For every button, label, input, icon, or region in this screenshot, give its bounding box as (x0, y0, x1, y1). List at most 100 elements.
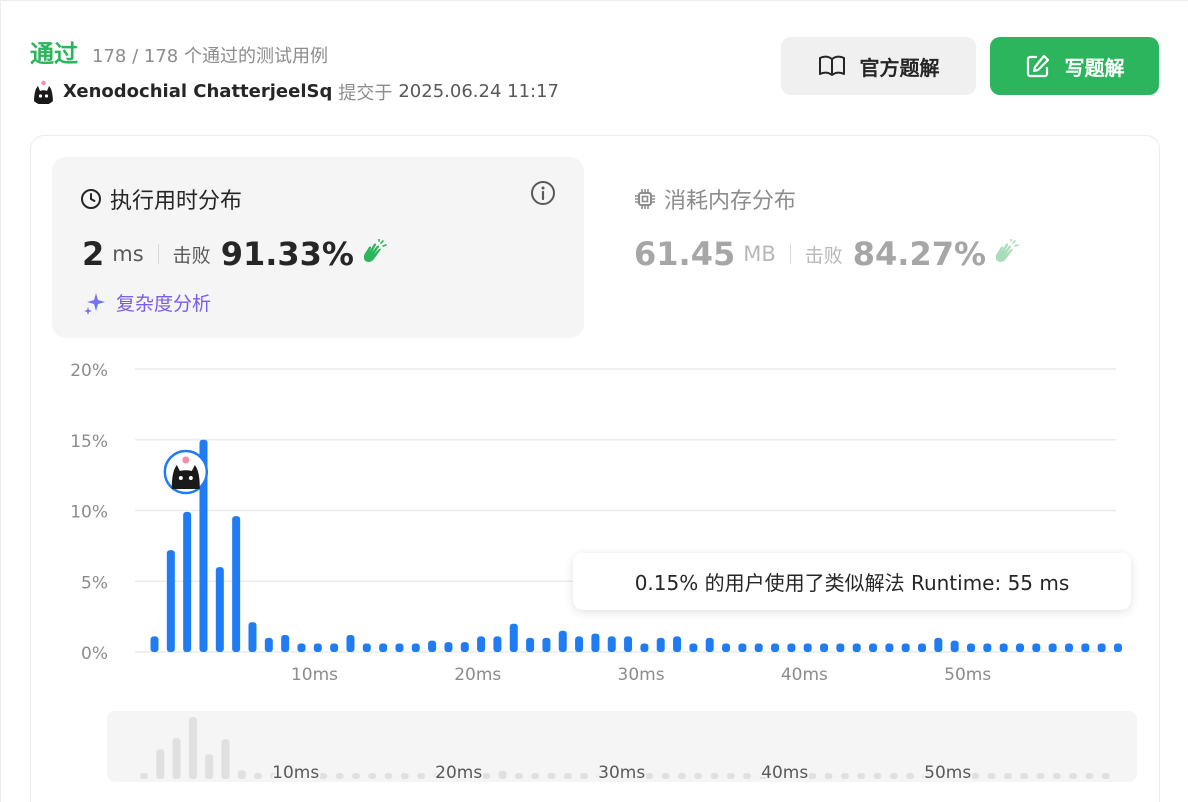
chart-bar[interactable] (1097, 643, 1106, 652)
mini-bar (514, 773, 523, 779)
chart-bar[interactable] (330, 643, 339, 652)
y-tick-label: 10% (70, 503, 108, 523)
mini-bar (1101, 773, 1110, 779)
mini-bar (694, 773, 703, 779)
chart-bar[interactable] (183, 511, 192, 652)
chart-bar[interactable] (983, 643, 992, 652)
chart-bar[interactable] (477, 636, 486, 652)
chart-bar[interactable] (411, 643, 420, 652)
mini-bar (254, 773, 263, 779)
chart-bar[interactable] (852, 643, 861, 652)
chart-bar[interactable] (771, 643, 780, 652)
chart-bar[interactable] (558, 630, 567, 652)
chart-bar[interactable] (640, 643, 649, 652)
mini-bar (368, 773, 377, 779)
chart-bar[interactable] (526, 637, 535, 652)
mini-bar (547, 772, 556, 779)
cat-bow (182, 456, 190, 464)
chart-bar[interactable] (379, 643, 388, 652)
chart-bar[interactable] (722, 643, 731, 652)
chart-bar[interactable] (934, 637, 943, 652)
chart-bar[interactable] (166, 550, 175, 652)
mini-bar (1085, 773, 1094, 779)
chart-bar[interactable] (232, 516, 241, 652)
chart-bar[interactable] (738, 643, 747, 652)
mini-bar (971, 773, 980, 779)
chart-bar[interactable] (1081, 643, 1090, 652)
mini-bar (498, 770, 507, 779)
x-tick-label: 40ms (781, 665, 828, 685)
chart-bar[interactable] (248, 622, 257, 652)
mini-bar (188, 717, 197, 779)
chart-bar[interactable] (297, 643, 306, 652)
chart-bar[interactable] (689, 643, 698, 652)
chart-bar[interactable] (607, 636, 616, 652)
mini-x-tick-label: 50ms (924, 763, 971, 783)
chart-bar[interactable] (1015, 643, 1024, 652)
chart-bar[interactable] (1064, 643, 1073, 652)
chart-bar[interactable] (428, 640, 437, 652)
chart-bar[interactable] (215, 567, 224, 652)
chart-bar[interactable] (901, 643, 910, 652)
chart-bar[interactable] (885, 643, 894, 652)
mini-bar (319, 773, 328, 779)
user-marker (163, 449, 209, 495)
chart-bar[interactable] (967, 643, 975, 652)
chart-bar[interactable] (460, 642, 469, 652)
chart-bar[interactable] (395, 643, 404, 652)
chart-bar[interactable] (1032, 643, 1041, 652)
mini-bar (156, 749, 165, 779)
y-tick-label: 5% (81, 573, 108, 593)
y-axis-ticks: 0% 5% 10% 15% 20% (70, 361, 108, 664)
cat-eye (188, 476, 193, 480)
mini-bar (661, 773, 670, 779)
chart-bar[interactable] (444, 642, 453, 652)
chart-bar[interactable] (542, 637, 551, 652)
mini-bar (400, 773, 409, 779)
mini-bar (726, 773, 735, 779)
chart-bar[interactable] (950, 640, 959, 652)
x-tick-label: 10ms (291, 665, 338, 685)
chart-bar[interactable] (281, 635, 290, 652)
chart-bars[interactable] (150, 439, 1122, 652)
mini-x-tick-label: 10ms (272, 763, 319, 783)
chart-bar[interactable] (346, 635, 355, 652)
chart-bar[interactable] (1048, 643, 1057, 652)
chart-tooltip: 0.15% 的用户使用了类似解法 Runtime: 55 ms (573, 553, 1131, 610)
mini-bar (743, 773, 752, 779)
chart-bar[interactable] (509, 623, 518, 652)
chart-bar[interactable] (836, 643, 845, 652)
runtime-distribution-chart[interactable]: 0% 5% 10% 15% 20% 10ms 20ms 30ms 40ms 50ms 10ms 2… (0, 0, 1188, 802)
chart-bar[interactable] (787, 643, 796, 652)
mini-bar (140, 773, 148, 779)
chart-bar[interactable] (313, 643, 322, 652)
y-tick-label: 15% (70, 432, 108, 452)
chart-bar[interactable] (264, 637, 273, 652)
chart-bar[interactable] (591, 633, 600, 652)
chart-bar[interactable] (673, 636, 682, 652)
chart-bar[interactable] (362, 643, 371, 652)
mini-bar (384, 773, 393, 779)
chart-bar[interactable] (869, 643, 878, 652)
mini-bar (840, 773, 849, 779)
mini-bar (205, 754, 214, 779)
mini-bar (1069, 773, 1078, 779)
chart-bar[interactable] (918, 643, 927, 652)
mini-bar (221, 739, 230, 779)
chart-bar[interactable] (1113, 643, 1122, 652)
chart-bar[interactable] (656, 637, 665, 652)
chart-bar[interactable] (493, 636, 502, 652)
mini-bar (335, 773, 344, 779)
mini-bar (482, 773, 491, 779)
mini-x-ticks: 10ms 20ms 30ms 40ms 50ms (270, 761, 973, 785)
chart-bar[interactable] (624, 636, 633, 652)
chart-bar[interactable] (820, 643, 829, 652)
chart-bar[interactable] (705, 637, 714, 652)
chart-bar[interactable] (575, 636, 584, 652)
chart-bar[interactable] (803, 643, 812, 652)
mini-bar (710, 773, 719, 779)
chart-bar[interactable] (150, 636, 159, 652)
chart-bar[interactable] (754, 643, 763, 652)
mini-bar (808, 773, 817, 779)
chart-bar[interactable] (999, 643, 1008, 652)
